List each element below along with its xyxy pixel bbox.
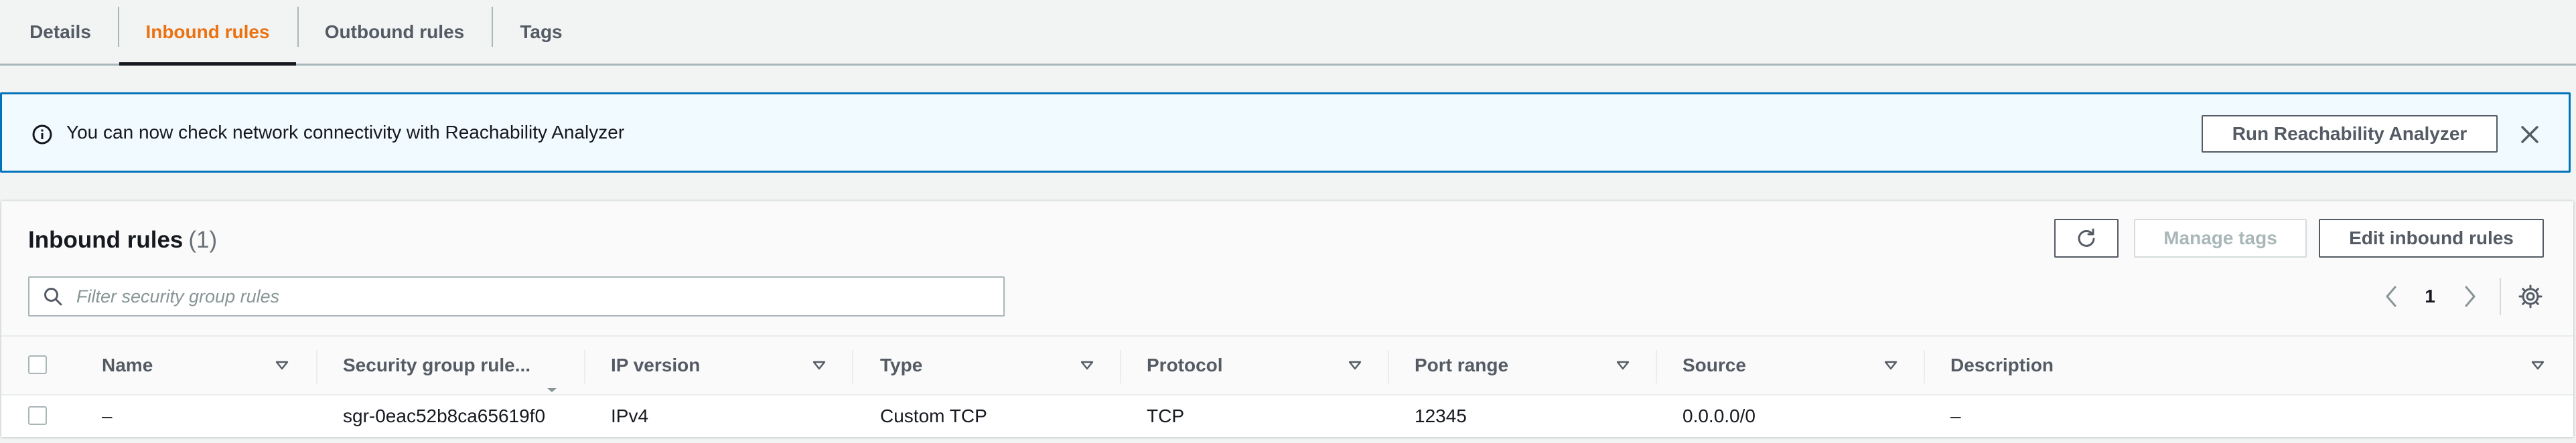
column-header-protocol[interactable]: Protocol: [1147, 337, 1223, 394]
page-number[interactable]: 1: [2418, 282, 2442, 311]
sort-down-icon[interactable]: [1883, 359, 1898, 371]
tab-outbound-rules[interactable]: Outbound rules: [299, 0, 490, 64]
column-divider: [1120, 350, 1121, 383]
chevron-right-icon[interactable]: [2461, 284, 2478, 308]
tab-bar: Details Inbound rules Outbound rules Tag…: [0, 0, 2576, 66]
sort-down-icon[interactable]: [1080, 359, 1094, 371]
tab-details[interactable]: Details: [4, 0, 117, 64]
refresh-icon: [2078, 228, 2095, 247]
column-divider: [584, 350, 585, 383]
inbound-rules-panel: Inbound rules (1) Manage tags Edit inboun…: [1, 201, 2573, 437]
filter-box: [28, 276, 1005, 317]
tab-inbound-rules[interactable]: Inbound rules: [119, 0, 296, 66]
sort-down-icon[interactable]: [1348, 359, 1362, 371]
cell-source: 0.0.0.0/0: [1683, 406, 1756, 426]
column-divider: [1924, 350, 1925, 383]
info-icon: [32, 124, 52, 145]
select-all-checkbox[interactable]: [28, 355, 47, 374]
column-header-description[interactable]: Description: [1950, 337, 2054, 394]
pager-divider: [2500, 278, 2501, 315]
column-header-rule-id[interactable]: Security group rule...: [343, 337, 530, 394]
tab-tags[interactable]: Tags: [493, 0, 589, 64]
column-header-name[interactable]: Name: [102, 337, 153, 394]
banner-message: You can now check network connectivity w…: [66, 122, 625, 143]
column-header-type[interactable]: Type: [880, 337, 922, 394]
cell-type: Custom TCP: [880, 406, 987, 426]
cell-description: –: [1950, 406, 1961, 426]
column-header-ip-version[interactable]: IP version: [611, 337, 700, 394]
sort-down-icon[interactable]: [812, 359, 827, 371]
rule-count: (1): [188, 227, 218, 253]
security-group-detail: Details Inbound rules Outbound rules Tag…: [0, 0, 2576, 443]
sort-down-icon[interactable]: [1616, 359, 1630, 371]
cell-name: –: [102, 406, 113, 426]
refresh-button[interactable]: [2054, 219, 2119, 258]
column-divider: [1388, 350, 1389, 383]
sort-indicator-icon: [547, 388, 557, 392]
cell-rule-id: sgr-0eac52b8ca65619f0: [343, 406, 546, 426]
filter-input[interactable]: [76, 286, 974, 307]
cell-port-range: 12345: [1415, 406, 1467, 426]
column-divider: [852, 350, 853, 383]
search-icon: [44, 288, 62, 306]
manage-tags-button[interactable]: Manage tags: [2134, 219, 2307, 258]
row-checkbox[interactable]: [28, 406, 47, 425]
panel-title: Inbound rules (1): [28, 227, 217, 254]
cell-protocol: TCP: [1147, 406, 1184, 426]
close-icon[interactable]: [2519, 124, 2541, 145]
panel-header: Inbound rules (1) Manage tags Edit inboun…: [1, 201, 2573, 335]
sort-down-icon[interactable]: [275, 359, 289, 371]
panel-title-text: Inbound rules: [28, 227, 184, 253]
column-header-port-range[interactable]: Port range: [1415, 337, 1508, 394]
gear-icon[interactable]: [2518, 284, 2543, 308]
run-reachability-analyzer-button[interactable]: Run Reachability Analyzer: [2202, 115, 2498, 153]
edit-inbound-rules-button[interactable]: Edit inbound rules: [2319, 219, 2544, 258]
cell-ip-version: IPv4: [611, 406, 649, 426]
column-header-source[interactable]: Source: [1683, 337, 1746, 394]
table-row[interactable]: – sgr-0eac52b8ca65619f0 IPv4 Custom TCP …: [1, 395, 2573, 437]
column-divider: [1656, 350, 1657, 383]
reachability-info-banner: You can now check network connectivity w…: [0, 92, 2571, 173]
sort-down-icon[interactable]: [2530, 359, 2545, 371]
chevron-left-icon[interactable]: [2383, 284, 2401, 308]
table-header: Name Security group rule... IP version T…: [1, 335, 2573, 395]
column-divider: [316, 350, 317, 383]
